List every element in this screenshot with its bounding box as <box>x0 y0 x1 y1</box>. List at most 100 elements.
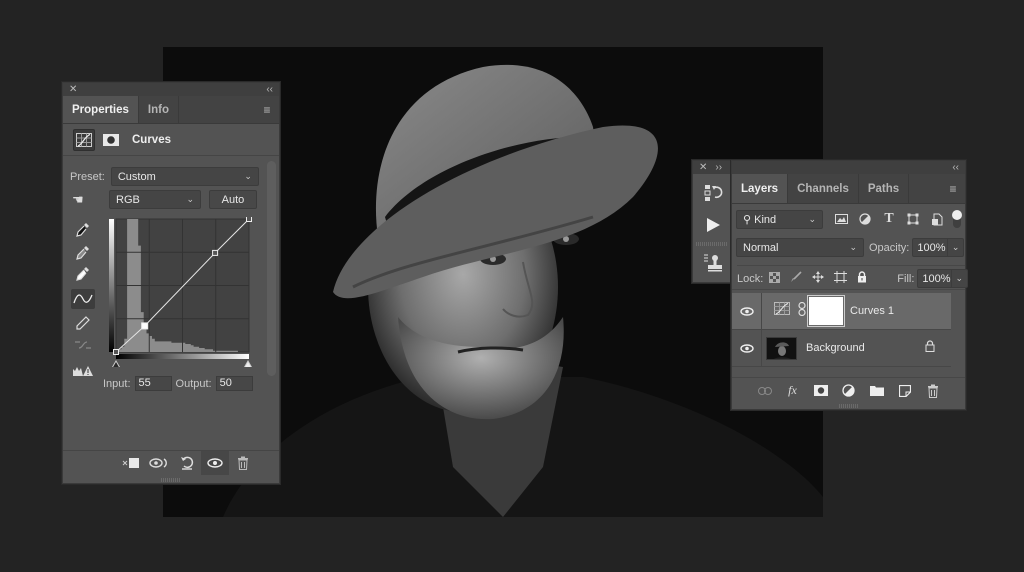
lock-fill-row: Lock: Fill: 100% ⌄ <box>737 265 969 288</box>
close-icon[interactable]: ✕ <box>699 162 707 173</box>
close-icon[interactable]: ✕ <box>69 84 77 95</box>
preset-label: Preset: <box>70 170 105 183</box>
new-layer-icon[interactable] <box>895 381 915 401</box>
layer-thumbnail <box>766 336 797 360</box>
filter-shape-layer-icon[interactable] <box>901 209 925 229</box>
target-adjustment-hand-icon[interactable]: ☚ <box>72 192 94 208</box>
pencil-icon[interactable] <box>71 313 95 333</box>
filter-pixel-layer-icon[interactable] <box>829 209 853 229</box>
layer-mask-thumbnail[interactable] <box>807 295 845 327</box>
channel-select[interactable]: RGB ⌄ <box>109 190 201 209</box>
lock-position-move-icon[interactable] <box>812 270 825 288</box>
panel-menu-icon[interactable]: ≡ <box>255 96 279 123</box>
properties-scrollbar[interactable] <box>267 161 276 376</box>
tab-paths[interactable]: Paths <box>859 174 910 203</box>
tab-channels[interactable]: Channels <box>788 174 859 203</box>
curve-control-point[interactable] <box>212 249 219 256</box>
collapsed-panel-dock: ✕ ›› <box>692 160 732 283</box>
opacity-label: Opacity: <box>869 241 910 254</box>
input-gradient-bar <box>116 354 249 359</box>
reset-icon[interactable] <box>173 451 201 475</box>
white-point-eyedropper-icon[interactable] <box>71 264 95 284</box>
layers-tabs: Layers Channels Paths ≡ <box>732 174 965 204</box>
tab-properties[interactable]: Properties <box>63 96 139 123</box>
chevron-down-icon[interactable]: ⌄ <box>950 270 968 287</box>
chevron-down-icon: ⌄ <box>849 242 857 252</box>
preset-select[interactable]: Custom ⌄ <box>110 167 259 186</box>
output-field[interactable]: 50 <box>215 376 253 391</box>
channel-row: ☚ RGB ⌄ Auto <box>72 190 257 209</box>
new-fill-adjustment-layer-icon[interactable] <box>839 381 859 401</box>
chevron-down-icon[interactable]: ⌄ <box>946 239 964 256</box>
view-previous-state-icon[interactable] <box>145 451 173 475</box>
link-layers-icon[interactable] <box>755 381 775 401</box>
smooth-curve-icon[interactable] <box>71 335 95 355</box>
collapse-icon[interactable]: ‹‹ <box>952 162 959 173</box>
curves-adjustment-icon[interactable] <box>73 128 95 151</box>
white-point-slider[interactable] <box>243 359 253 367</box>
mask-icon[interactable] <box>100 129 122 151</box>
curve-control-point[interactable] <box>141 322 149 330</box>
new-group-folder-icon[interactable] <box>867 381 887 401</box>
lock-artboard-icon[interactable] <box>834 270 848 288</box>
filter-toggle-switch[interactable] <box>952 210 962 228</box>
toggle-visibility-eye-icon[interactable] <box>201 451 229 475</box>
collapse-icon[interactable]: ‹‹ <box>266 84 273 95</box>
input-label: Input: <box>103 377 131 390</box>
clip-to-layer-icon[interactable] <box>117 451 145 475</box>
lock-transparent-pixels-icon[interactable] <box>769 270 781 288</box>
properties-footer <box>63 450 279 475</box>
filter-type-layer-icon[interactable]: T <box>877 209 901 229</box>
auto-button[interactable]: Auto <box>209 190 257 209</box>
preset-row: Preset: Custom ⌄ <box>70 167 259 186</box>
layer-mask-link-icon[interactable] <box>798 301 806 321</box>
blend-mode-select[interactable]: Normal ⌄ <box>736 238 864 257</box>
layer-row-curves-1[interactable]: Curves 1 <box>732 293 951 330</box>
actions-play-icon[interactable] <box>705 217 721 238</box>
panel-menu-icon[interactable]: ≡ <box>941 174 965 203</box>
resize-grip[interactable] <box>838 404 859 408</box>
lock-label: Lock: <box>737 272 764 285</box>
expand-icon[interactable]: ›› <box>715 162 722 173</box>
layers-footer: fx <box>732 377 965 403</box>
chevron-down-icon: ⌄ <box>186 194 194 204</box>
resize-grip[interactable] <box>161 478 181 482</box>
clipping-warning-icon[interactable] <box>71 361 95 381</box>
curve-control-point[interactable] <box>246 217 252 222</box>
tab-info[interactable]: Info <box>139 96 179 123</box>
opacity-field[interactable]: 100% ⌄ <box>912 238 965 257</box>
filter-smart-object-icon[interactable] <box>925 209 949 229</box>
layer-filter-row: ⚲ Kind ⌄ T <box>736 209 965 229</box>
add-mask-icon[interactable] <box>811 381 831 401</box>
layer-name[interactable]: Curves 1 <box>850 305 894 317</box>
blend-mode-value: Normal <box>743 241 779 254</box>
curve-point-tool-icon[interactable] <box>71 289 95 309</box>
tab-layers[interactable]: Layers <box>732 174 789 203</box>
output-gradient-bar <box>109 219 114 352</box>
input-field[interactable]: 55 <box>134 376 172 391</box>
search-icon: ⚲ <box>743 213 752 226</box>
history-icon[interactable] <box>703 183 723 208</box>
fill-field[interactable]: 100% ⌄ <box>917 269 969 288</box>
clone-source-stamp-icon[interactable] <box>703 253 723 278</box>
gray-point-eyedropper-icon[interactable] <box>71 243 95 263</box>
layer-visibility-eye-icon[interactable] <box>732 293 762 329</box>
chevron-down-icon: ⌄ <box>244 171 252 181</box>
layer-visibility-eye-icon[interactable] <box>732 330 762 366</box>
curve-control-point[interactable] <box>113 349 119 355</box>
black-point-eyedropper-icon[interactable] <box>71 220 95 240</box>
lock-image-pixels-brush-icon[interactable] <box>790 270 802 288</box>
delete-trash-icon[interactable] <box>229 451 257 475</box>
filter-kind-select[interactable]: ⚲ Kind ⌄ <box>736 209 823 229</box>
dock-titlebar: ✕ ›› <box>693 161 731 174</box>
lock-all-padlock-icon[interactable] <box>857 270 867 288</box>
dock-separator-grip[interactable] <box>696 242 728 246</box>
black-point-slider[interactable] <box>111 359 121 367</box>
curves-graph[interactable] <box>105 217 255 367</box>
add-layer-style-fx-icon[interactable]: fx <box>783 381 803 401</box>
delete-layer-trash-icon[interactable] <box>923 381 943 401</box>
layer-name[interactable]: Background <box>806 342 865 354</box>
layer-row-background[interactable]: Background <box>732 330 951 367</box>
filter-adjustment-layer-icon[interactable] <box>853 209 877 229</box>
layer-locked-padlock-icon[interactable] <box>925 339 935 357</box>
